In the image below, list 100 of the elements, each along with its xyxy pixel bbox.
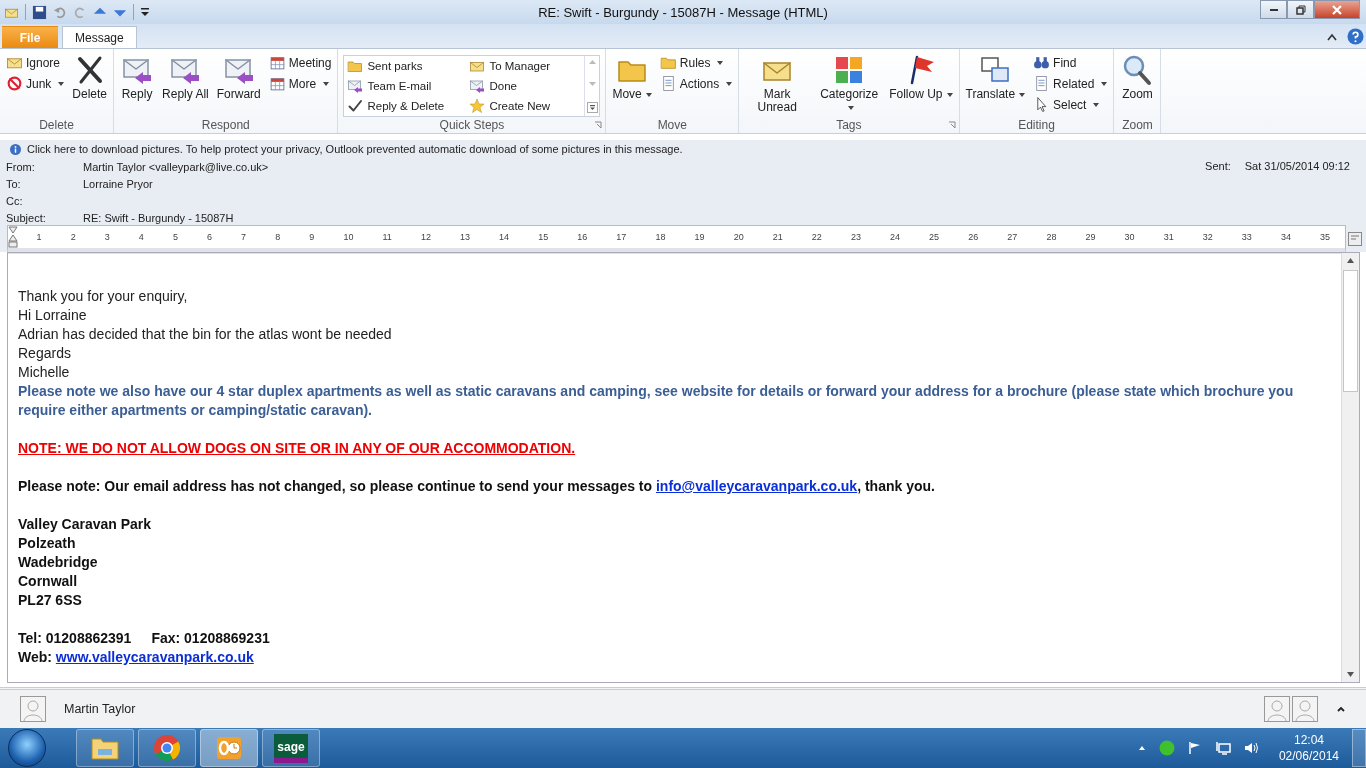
quick-step-button[interactable]: Done	[466, 76, 585, 96]
flag-icon[interactable]	[1187, 741, 1202, 755]
folder-icon	[90, 735, 120, 761]
start-button[interactable]	[8, 729, 46, 767]
contact-name[interactable]: Martin Taylor	[64, 702, 136, 716]
field-label: Cc:	[6, 194, 24, 207]
scroll-thumb[interactable]	[1343, 270, 1358, 392]
ribbon-button[interactable]: Rules	[656, 52, 736, 73]
view-ruler-icon[interactable]	[1348, 232, 1362, 246]
close-button[interactable]	[1314, 0, 1360, 19]
avatar-icon[interactable]	[1292, 696, 1318, 722]
ribbon-button[interactable]: Move	[609, 52, 655, 103]
dialog-launcher-icon[interactable]	[594, 121, 603, 129]
message-paragraph: Please note: Our email address has not changed, so please continue to send your messages to info@valleycaravanpark.co.uk, thank you.	[18, 477, 936, 496]
customize-menu-icon[interactable]	[140, 6, 150, 18]
network-icon[interactable]	[1214, 741, 1231, 755]
message-paragraph: Adrian has decided that the bin for the atlas wont be needed	[18, 325, 393, 344]
ribbon-button[interactable]: Mark Unread	[742, 52, 813, 116]
envelope-arrow-icon	[469, 78, 486, 94]
expand-gallery-icon[interactable]	[586, 102, 598, 113]
quick-step-button[interactable]: Create New	[466, 96, 585, 116]
check-icon	[347, 98, 364, 114]
quick-step-button[interactable]: Sent parks	[344, 56, 467, 76]
ribbon-button[interactable]: Find	[1030, 52, 1111, 73]
ruler-number: 13	[460, 231, 470, 242]
group-label: Editing	[1018, 118, 1055, 132]
taskbar-app-button[interactable]	[138, 729, 196, 767]
magnifier-icon	[1121, 54, 1154, 86]
ruler-number: 28	[1046, 231, 1057, 242]
message-paragraph: Please note we also have our 4 star duplex apartments as well as static caravans and camping, see website for details or forward your address for a brochure (please state which brochure you require either apartments or camping/static caravan).	[18, 382, 1295, 420]
ruler-number: 9	[309, 231, 315, 242]
ribbon-button[interactable]: Select	[1030, 94, 1111, 115]
ruler-number: 5	[172, 231, 178, 242]
status-dot-icon[interactable]	[1158, 740, 1175, 756]
ribbon-button[interactable]: Reply	[117, 52, 158, 103]
message-paragraph: Polzeath	[18, 534, 77, 553]
ribbon-button[interactable]: Ignore	[3, 52, 68, 73]
ruler-number: 32	[1202, 231, 1213, 242]
quick-step-button[interactable]: To Manager	[466, 56, 585, 76]
ribbon-button[interactable]: Reply All	[159, 52, 212, 103]
ruler-number: 33	[1241, 231, 1252, 242]
indent-marker-icon[interactable]	[8, 225, 18, 248]
email-link[interactable]: www.valleycaravanpark.co.uk	[55, 649, 254, 665]
taskbar-app-button[interactable]	[200, 729, 258, 767]
ribbon-button[interactable]: Junk	[3, 73, 68, 94]
clock-date[interactable]: 02/06/2014	[1278, 748, 1339, 764]
message-paragraph: Hi Lorraine	[18, 306, 88, 325]
window-title: RE: Swift - Burgundy - 15087H - Message (HTML)	[538, 5, 828, 20]
info-icon	[10, 143, 21, 155]
ruler-number: 20	[733, 231, 744, 242]
undo-icon[interactable]	[53, 5, 67, 19]
restore-button[interactable]	[1287, 0, 1314, 19]
quick-step-button[interactable]: Reply & Delete	[344, 96, 467, 116]
ribbon-button[interactable]: Translate	[962, 52, 1029, 103]
ribbon-button[interactable]: Categorize	[814, 52, 885, 116]
message-paragraph: Thank you for your enquiry,	[18, 287, 189, 306]
show-hidden-icons-icon[interactable]	[1137, 745, 1146, 751]
message-paragraph: Web: www.valleycaravanpark.co.uk	[18, 648, 255, 667]
message-paragraph: Regards	[18, 344, 72, 363]
ribbon-tab[interactable]: Message	[62, 26, 137, 48]
message-paragraph: Michelle	[18, 363, 71, 382]
ruler-number: 18	[655, 231, 666, 242]
dialog-launcher-icon[interactable]	[947, 121, 956, 129]
ruler-number: 14	[499, 231, 510, 242]
show-desktop-button[interactable]	[1352, 729, 1366, 767]
ribbon-button[interactable]: Related	[1030, 73, 1111, 94]
ribbon-button[interactable]: More	[265, 73, 335, 94]
ribbon-button[interactable]: Forward	[213, 52, 264, 103]
expand-pane-icon[interactable]	[1336, 705, 1346, 713]
ruler-number: 4	[138, 231, 144, 242]
email-link[interactable]: info@valleycaravanpark.co.uk	[655, 478, 858, 494]
taskbar-app-button[interactable]	[76, 729, 134, 767]
redo-icon[interactable]	[73, 5, 87, 19]
field-value: Lorraine Pryor	[83, 177, 153, 190]
quick-step-button[interactable]: Team E-mail	[344, 76, 467, 96]
ribbon-button[interactable]: Zoom	[1117, 52, 1158, 103]
ruler-number: 6	[207, 231, 212, 242]
ribbon-button[interactable]: Follow Up	[886, 52, 956, 103]
ribbon-button[interactable]: Actions	[656, 73, 736, 94]
group-label: Move	[657, 118, 687, 132]
avatar-icon[interactable]	[1264, 696, 1290, 722]
field-value: Sat 31/05/2014 09:12	[1244, 160, 1350, 174]
ruler-number: 35	[1320, 231, 1331, 242]
help-icon[interactable]	[1347, 28, 1364, 45]
volume-icon[interactable]	[1243, 741, 1260, 755]
taskbar-app-button[interactable]: sage	[262, 729, 320, 767]
ribbon-button[interactable]: Meeting	[265, 52, 335, 73]
calendar-icon	[268, 75, 286, 92]
save-icon[interactable]	[32, 4, 47, 20]
minimize-button[interactable]	[1260, 0, 1287, 19]
ribbon-button[interactable]: Delete	[69, 52, 111, 103]
calendar-icon	[268, 54, 286, 71]
field-value: Martin Taylor <valleypark@live.co.uk>	[83, 160, 269, 173]
circle-logo-icon	[153, 734, 181, 762]
binoculars-icon	[1033, 54, 1051, 71]
ruler-number: 3	[104, 231, 110, 242]
clock-time[interactable]: 12:04	[1293, 732, 1324, 748]
vertical-scrollbar[interactable]	[1341, 253, 1359, 682]
collapse-ribbon-icon[interactable]	[1327, 32, 1337, 41]
ruler-number: 1	[36, 231, 42, 242]
